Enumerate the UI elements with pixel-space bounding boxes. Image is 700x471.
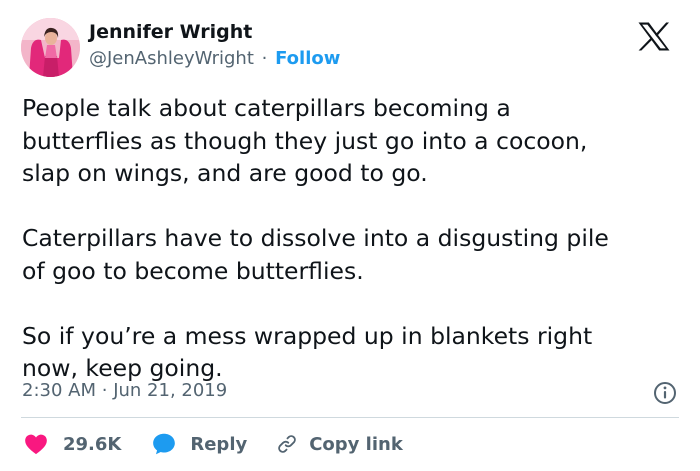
x-logo-icon[interactable] — [638, 22, 670, 51]
tweet-time[interactable]: 2:30 AM — [22, 380, 96, 401]
tweet-line: Caterpillars have to dissolve into a dis… — [22, 224, 609, 252]
speech-bubble-icon — [153, 433, 176, 455]
heart-icon — [25, 434, 47, 455]
like-count: 29.6K — [63, 433, 122, 455]
author-handle[interactable]: @JenAshleyWright — [89, 48, 254, 69]
avatar-photo — [21, 18, 80, 77]
author-name[interactable]: Jennifer Wright — [89, 21, 252, 43]
tweet-line: So if you’re a mess wrapped up in blanke… — [22, 321, 593, 350]
timestamp-separator: · — [101, 380, 108, 401]
handle-separator: · — [261, 48, 268, 69]
copy-link-button[interactable]: Copy link — [276, 433, 403, 455]
reply-button[interactable]: Reply — [151, 431, 247, 457]
tweet-line: slap on wings, and are good to go. — [22, 159, 428, 187]
avatar[interactable] — [21, 18, 80, 77]
divider — [21, 417, 679, 418]
tweet-date[interactable]: Jun 21, 2019 — [113, 380, 227, 401]
like-button[interactable]: 29.6K — [23, 431, 121, 457]
reply-label: Reply — [190, 433, 248, 455]
info-icon[interactable] — [653, 381, 677, 405]
link-icon — [278, 435, 296, 453]
tweet-actions: 29.6K Reply Copy link — [23, 430, 403, 458]
author-handle-line: @JenAshleyWright · Follow — [89, 48, 340, 69]
copy-link-label: Copy link — [309, 433, 403, 455]
tweet-timestamp[interactable]: 2:30 AM · Jun 21, 2019 — [22, 380, 227, 401]
tweet-text: People talk about caterpillars becoming … — [22, 92, 682, 385]
tweet-line: butterflies as though they just go into … — [22, 126, 588, 155]
follow-button[interactable]: Follow — [275, 48, 340, 69]
tweet-line: People talk about caterpillars becoming … — [22, 94, 511, 122]
tweet-line: of goo to become butterflies. — [22, 256, 364, 285]
